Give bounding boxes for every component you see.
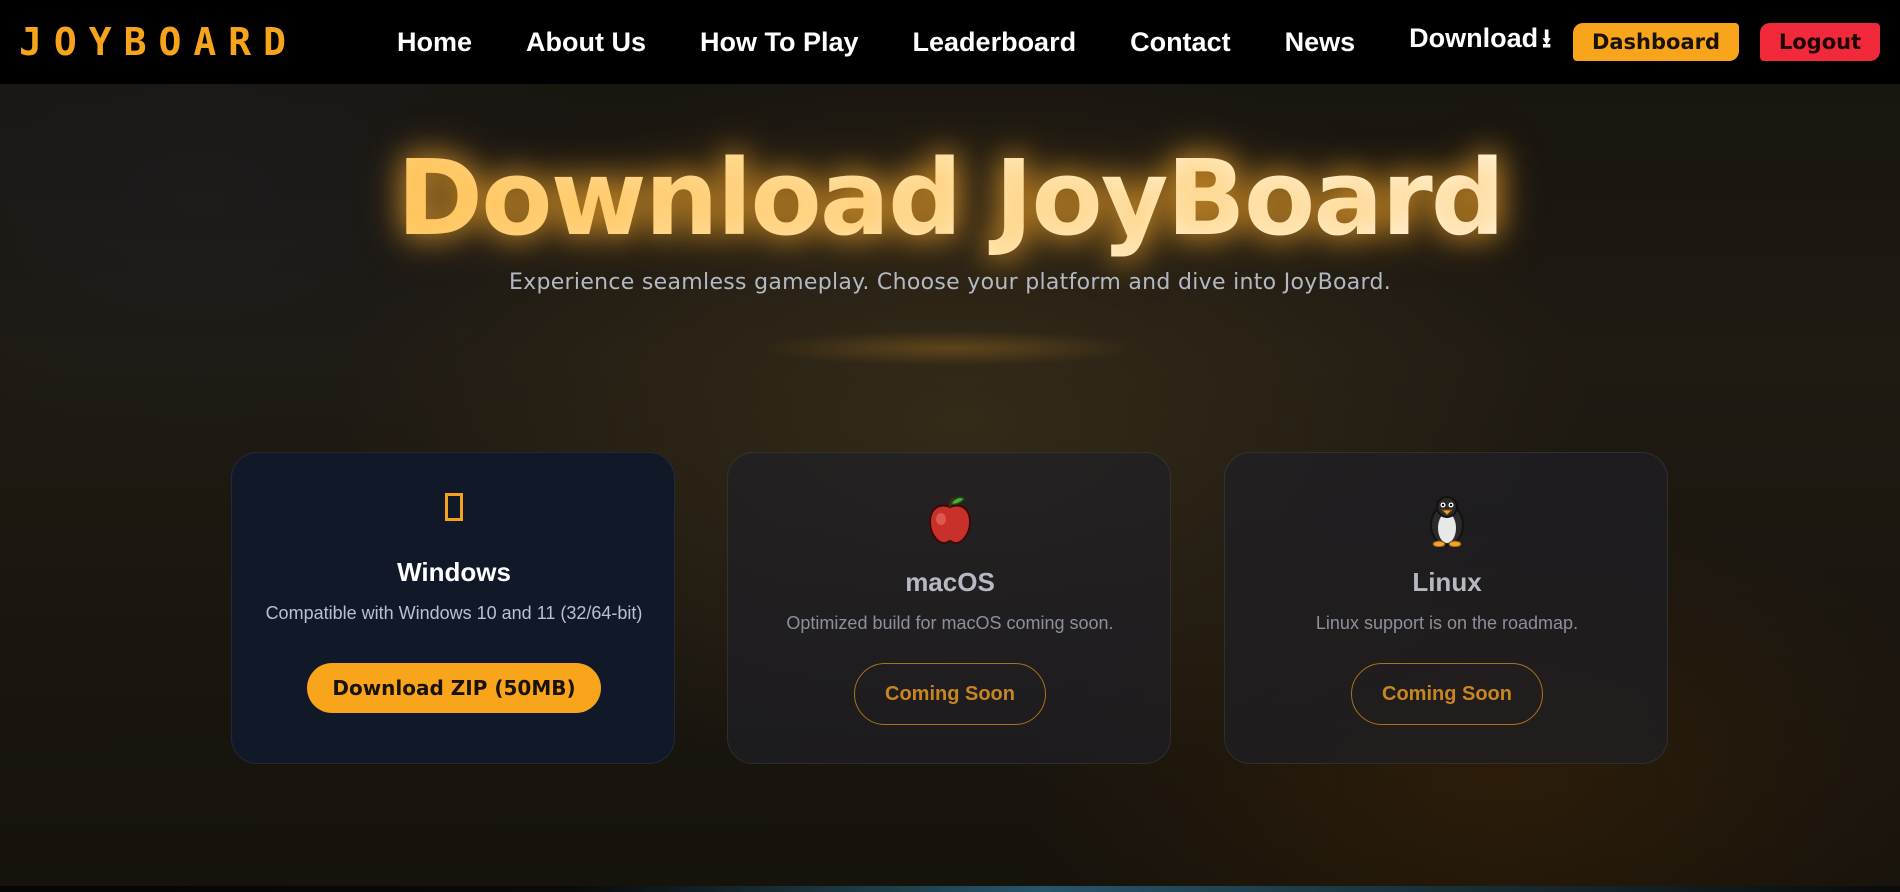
download-zip-button[interactable]: Download ZIP (50MB)	[307, 663, 601, 713]
windows-card-description: Compatible with Windows 10 and 11 (32/64…	[265, 603, 643, 623]
hero-glow-decoration	[760, 330, 1140, 366]
linux-card-description: Linux support is on the roadmap.	[1315, 613, 1579, 633]
bottom-decoration	[0, 886, 1900, 892]
macos-card: macOS Optimized build for macOS coming s…	[727, 452, 1171, 764]
hero-subtitle: Experience seamless gameplay. Choose you…	[508, 270, 1392, 295]
apple-icon	[728, 495, 1172, 549]
macos-card-description: Optimized build for macOS coming soon.	[786, 613, 1114, 633]
macos-card-title: macOS	[905, 567, 995, 597]
linux-card-title: Linux	[1412, 567, 1482, 597]
linux-coming-soon-button[interactable]: Coming Soon	[1351, 663, 1543, 725]
hero-title-glow: Download JoyBoard	[0, 0, 1900, 300]
windows-card: Windows Compatible with Windows 10 and 1…	[231, 452, 675, 764]
hero-title: Download JoyBoard	[0, 138, 1900, 258]
page: JOYBOARD Home About Us How To Play Leade…	[0, 0, 1900, 892]
linux-card: Linux Linux support is on the roadmap. C…	[1224, 452, 1668, 764]
penguin-icon	[1225, 495, 1669, 551]
windows-icon	[232, 493, 676, 521]
windows-card-title: Windows	[397, 557, 511, 587]
macos-coming-soon-button[interactable]: Coming Soon	[854, 663, 1046, 725]
